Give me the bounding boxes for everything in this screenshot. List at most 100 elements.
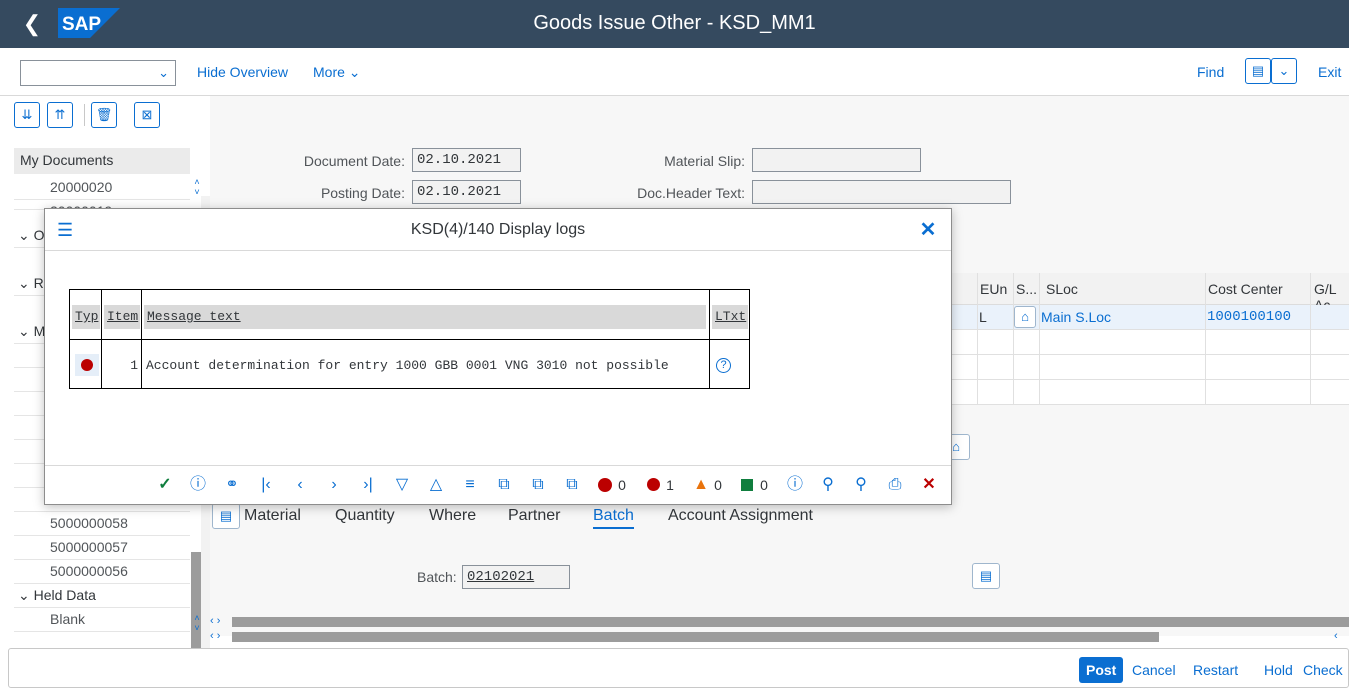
cancel-button[interactable]: Cancel [1132, 657, 1176, 683]
copy-icon[interactable]: ⧉ [494, 474, 514, 496]
check-button[interactable]: Check [1303, 657, 1343, 683]
tree-node-held-data[interactable]: ⌄ Held Data [14, 584, 190, 608]
list-item[interactable]: 20000020 [14, 176, 190, 200]
check-icon[interactable]: ✓ [155, 474, 175, 496]
warning-icon: ▲ [693, 476, 709, 493]
tab-material[interactable]: Material [244, 507, 301, 525]
table-row[interactable]: L ⌂ Main S.Loc 1000100100 [950, 305, 1349, 330]
sort-ascending-icon[interactable]: △ [426, 474, 446, 496]
table-row[interactable] [950, 330, 1349, 355]
error-status-icon[interactable] [75, 354, 99, 376]
collapse-detail-icon[interactable]: ▤ [212, 503, 240, 529]
scroll-left-right-icon[interactable]: ‹ › [210, 615, 220, 627]
previous-page-icon[interactable]: ‹ [290, 474, 310, 496]
column-header[interactable]: S... [1016, 281, 1037, 297]
post-button[interactable]: Post [1079, 657, 1124, 683]
help-icon[interactable]: ? [716, 358, 731, 373]
column-header-typ[interactable]: Typ [72, 305, 100, 329]
horizontal-scrollbar[interactable] [232, 632, 1159, 642]
eun-cell: L [979, 309, 987, 325]
find-button[interactable]: Find [1197, 64, 1224, 80]
batch-field[interactable]: 02102021 [462, 565, 570, 589]
document-date-label: Document Date: [303, 153, 405, 169]
trash-icon[interactable]: 🗑 [91, 102, 117, 128]
scroll-up-icon[interactable]: ˄ [191, 178, 203, 187]
chevron-down-icon: ⌄ [18, 227, 34, 243]
help-icon[interactable]: ⓘ [188, 474, 208, 496]
tree-node-label: O [33, 227, 45, 243]
document-date-field[interactable]: 02.10.2021 [412, 148, 521, 172]
scroll-down-icon[interactable]: ˅ [191, 624, 203, 633]
first-page-icon[interactable]: |‹ [256, 474, 276, 496]
list-item[interactable]: 5000000056 [14, 560, 190, 584]
chevron-down-icon: ⌄ [18, 275, 34, 291]
close-box-icon[interactable]: ⊠ [134, 102, 160, 128]
exit-button[interactable]: Exit [1318, 64, 1341, 80]
cancel-icon[interactable]: ✕ [919, 474, 939, 496]
more-button[interactable]: More ⌄ [313, 64, 361, 81]
column-divider [1310, 273, 1311, 405]
sloc-cell[interactable]: Main S.Loc [1041, 309, 1111, 325]
column-divider [709, 290, 710, 388]
scroll-left-right-icon[interactable]: ‹ › [210, 630, 220, 642]
collapse-all-icon[interactable]: ⇈ [47, 102, 73, 128]
binoculars-icon[interactable]: ⚭ [221, 474, 243, 496]
next-page-icon[interactable]: › [324, 474, 344, 496]
scroll-up-icon[interactable]: ˄ [191, 614, 203, 623]
copy-row-icon[interactable]: ⧉ [562, 474, 582, 496]
cost-center-cell[interactable]: 1000100100 [1207, 309, 1291, 325]
restart-button[interactable]: Restart [1193, 657, 1238, 683]
list-item[interactable]: 5000000057 [14, 536, 190, 560]
column-header-ltxt[interactable]: LTxt [712, 305, 748, 329]
hold-button[interactable]: Hold [1264, 657, 1293, 683]
variant-select[interactable]: ⌄ [20, 60, 176, 86]
scroll-left-icon[interactable]: ‹ [1334, 630, 1338, 642]
doc-header-text-field[interactable] [752, 180, 1011, 204]
column-header[interactable]: EUn [980, 281, 1007, 297]
tab-partner[interactable]: Partner [508, 507, 560, 525]
tab-account-assignment[interactable]: Account Assignment [668, 507, 813, 525]
search-icon[interactable]: ⚲ [818, 474, 838, 496]
info-icon[interactable]: ⓘ [785, 474, 805, 496]
table-row[interactable] [950, 355, 1349, 380]
list-item[interactable]: 5000000058 [14, 512, 190, 536]
batch-details-icon[interactable]: ▤ [972, 563, 1000, 589]
search-next-icon[interactable]: ⚲ [851, 474, 871, 496]
copy-column-icon[interactable]: ⧉ [528, 474, 548, 496]
success-icon [739, 474, 755, 496]
hide-overview-button[interactable]: Hide Overview [197, 64, 288, 80]
expand-all-icon[interactable]: ⇊ [14, 102, 40, 128]
scroll-down-icon[interactable]: ˅ [191, 188, 203, 197]
posting-date-label: Posting Date: [320, 185, 405, 201]
tab-quantity[interactable]: Quantity [335, 507, 395, 525]
list-item[interactable]: Blank [14, 608, 190, 632]
stop-count: 0 [618, 477, 626, 493]
chevron-down-icon: ⌄ [18, 323, 34, 339]
filter-icon[interactable]: ▽ [392, 474, 412, 496]
sort-descending-icon[interactable]: ≡ [460, 474, 480, 496]
dialog-header: ☰ KSD(4)/140 Display logs ✕ [45, 209, 951, 251]
horizontal-scrollbar[interactable] [232, 617, 1349, 627]
home-icon[interactable]: ⌂ [1014, 306, 1036, 328]
column-header-message[interactable]: Message text [144, 305, 706, 329]
shell-bar: ❮ SAP Goods Issue Other - KSD_MM1 [0, 0, 1349, 48]
tab-batch[interactable]: Batch [593, 507, 634, 529]
column-header-item[interactable]: Item [104, 305, 140, 329]
layout-icon[interactable]: ▤ [1245, 58, 1271, 84]
column-header[interactable]: SLoc [1046, 281, 1078, 297]
column-header[interactable]: Cost Center [1208, 281, 1283, 297]
tree-node-label: R [33, 275, 44, 291]
items-table: EUn S... SLoc Cost Center G/L Ac L ⌂ Mai… [950, 273, 1349, 405]
table-row[interactable] [950, 380, 1349, 405]
close-icon[interactable]: ✕ [917, 219, 939, 241]
chevron-down-icon[interactable]: ⌄ [1271, 58, 1297, 84]
warning-count: 0 [714, 477, 722, 493]
last-page-icon[interactable]: ›| [358, 474, 378, 496]
print-icon[interactable]: ⎙ [885, 474, 905, 496]
chevron-down-icon: ⌄ [158, 65, 169, 80]
chevron-down-icon: ⌄ [348, 64, 361, 80]
tab-where[interactable]: Where [429, 507, 476, 525]
material-slip-field[interactable] [752, 148, 921, 172]
footer-bar: Post Cancel Restart Hold Check [8, 648, 1349, 688]
posting-date-field[interactable]: 02.10.2021 [412, 180, 521, 204]
